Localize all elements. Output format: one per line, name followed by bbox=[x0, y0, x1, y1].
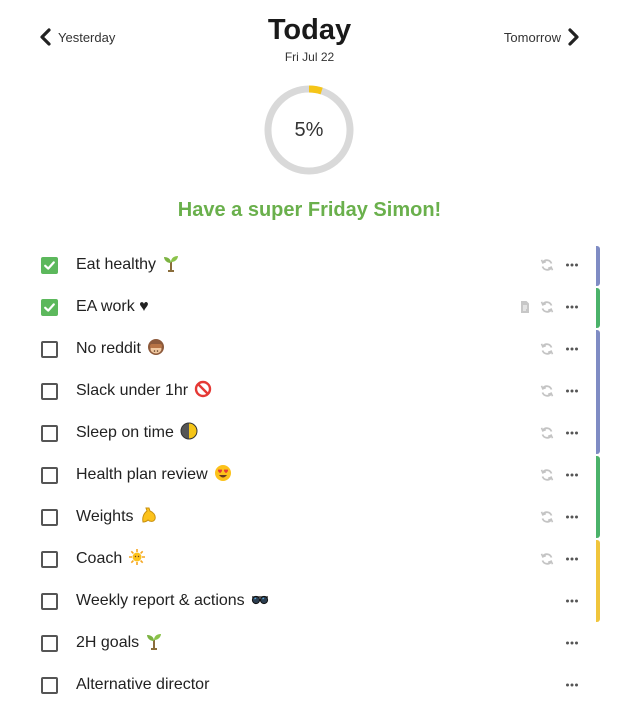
category-color-bar bbox=[596, 540, 600, 581]
tomorrow-button[interactable]: Tomorrow bbox=[504, 28, 581, 46]
task-label[interactable]: No reddit bbox=[76, 338, 165, 358]
task-label[interactable]: Weights bbox=[76, 506, 158, 526]
task-title: Coach bbox=[76, 550, 123, 568]
task-checkbox[interactable] bbox=[41, 509, 58, 526]
repeat-icon[interactable] bbox=[540, 342, 554, 356]
more-options-icon[interactable] bbox=[565, 552, 579, 566]
category-color-bar bbox=[596, 456, 600, 497]
progress-percent: 5% bbox=[294, 118, 324, 141]
more-options-icon[interactable] bbox=[565, 468, 579, 482]
seedling-icon bbox=[145, 632, 163, 650]
task-list: Eat healthy EA work ♥ No reddit Slack under… bbox=[0, 245, 619, 707]
task-checkbox[interactable] bbox=[41, 593, 58, 610]
task-row[interactable]: 2H goals bbox=[0, 623, 619, 665]
repeat-icon[interactable] bbox=[540, 300, 554, 314]
task-title: Alternative director bbox=[76, 676, 210, 693]
task-label[interactable]: Slack under 1hr bbox=[76, 380, 212, 400]
more-options-icon[interactable] bbox=[565, 300, 579, 314]
task-row[interactable]: Alternative director bbox=[0, 665, 619, 707]
task-row[interactable]: Slack under 1hr bbox=[0, 371, 619, 413]
moon-icon bbox=[180, 422, 198, 440]
category-color-bar bbox=[596, 288, 600, 328]
task-checkbox[interactable] bbox=[41, 383, 58, 400]
more-options-icon[interactable] bbox=[565, 678, 579, 692]
task-label[interactable]: Alternative director bbox=[76, 676, 209, 694]
current-date: Fri Jul 22 bbox=[284, 50, 335, 64]
task-title: Eat healthy bbox=[76, 256, 157, 274]
task-row[interactable]: EA work ♥ bbox=[0, 287, 619, 329]
task-title: No reddit bbox=[76, 340, 141, 358]
category-color-bar bbox=[596, 371, 600, 413]
more-options-icon[interactable] bbox=[565, 384, 579, 398]
task-row[interactable]: Sleep on time bbox=[0, 413, 619, 455]
sunglasses-icon bbox=[251, 590, 269, 608]
task-label[interactable]: Sleep on time bbox=[76, 422, 198, 442]
task-title: EA work ♥ bbox=[76, 298, 149, 315]
task-checkbox[interactable] bbox=[41, 467, 58, 484]
task-label[interactable]: Weekly report & actions bbox=[76, 592, 269, 610]
category-color-bar bbox=[596, 581, 600, 622]
see-no-evil-monkey-icon bbox=[147, 338, 165, 356]
more-options-icon[interactable] bbox=[565, 510, 579, 524]
task-checkbox[interactable] bbox=[41, 425, 58, 442]
category-color-bar bbox=[596, 330, 600, 371]
task-title: Health plan review bbox=[76, 466, 208, 484]
task-title: Sleep on time bbox=[76, 424, 174, 442]
more-options-icon[interactable] bbox=[565, 258, 579, 272]
task-row[interactable]: Weekly report & actions bbox=[0, 581, 619, 623]
task-title: Weekly report & actions bbox=[76, 592, 245, 610]
seedling-icon bbox=[162, 254, 180, 272]
note-icon[interactable] bbox=[518, 300, 532, 314]
prohibited-icon bbox=[194, 380, 212, 398]
task-title: Weights bbox=[76, 508, 134, 526]
category-color-bar bbox=[596, 413, 600, 454]
task-label[interactable]: EA work ♥ bbox=[76, 298, 149, 316]
task-label[interactable]: Coach bbox=[76, 548, 146, 568]
flexed-biceps-icon bbox=[140, 506, 158, 524]
task-checkbox[interactable] bbox=[41, 551, 58, 568]
task-checkbox[interactable] bbox=[41, 299, 58, 316]
heart-eyes-icon bbox=[214, 464, 232, 482]
repeat-icon[interactable] bbox=[540, 258, 554, 272]
repeat-icon[interactable] bbox=[540, 384, 554, 398]
category-color-bar bbox=[596, 497, 600, 538]
repeat-icon[interactable] bbox=[540, 426, 554, 440]
tomorrow-label: Tomorrow bbox=[503, 29, 561, 45]
task-label[interactable]: Health plan review bbox=[76, 464, 232, 484]
task-checkbox[interactable] bbox=[41, 341, 58, 358]
task-checkbox[interactable] bbox=[41, 257, 58, 274]
task-row[interactable]: Coach bbox=[0, 539, 619, 581]
task-checkbox[interactable] bbox=[41, 677, 58, 694]
task-label[interactable]: Eat healthy bbox=[76, 256, 180, 274]
task-label[interactable]: 2H goals bbox=[76, 634, 163, 652]
repeat-icon[interactable] bbox=[540, 552, 554, 566]
more-options-icon[interactable] bbox=[565, 342, 579, 356]
sun-icon bbox=[128, 548, 146, 566]
greeting-message: Have a super Friday Simon! bbox=[177, 199, 442, 221]
task-checkbox[interactable] bbox=[41, 635, 58, 652]
repeat-icon[interactable] bbox=[540, 510, 554, 524]
task-row[interactable]: Weights bbox=[0, 497, 619, 539]
task-row[interactable]: Health plan review bbox=[0, 455, 619, 497]
task-title: 2H goals bbox=[76, 634, 140, 652]
more-options-icon[interactable] bbox=[565, 594, 579, 608]
more-options-icon[interactable] bbox=[565, 426, 579, 440]
task-row[interactable]: Eat healthy bbox=[0, 245, 619, 287]
category-color-bar bbox=[596, 246, 600, 286]
more-options-icon[interactable] bbox=[565, 636, 579, 650]
task-row[interactable]: No reddit bbox=[0, 329, 619, 371]
repeat-icon[interactable] bbox=[540, 468, 554, 482]
task-title: Slack under 1hr bbox=[76, 382, 189, 400]
chevron-right-icon bbox=[568, 28, 579, 46]
